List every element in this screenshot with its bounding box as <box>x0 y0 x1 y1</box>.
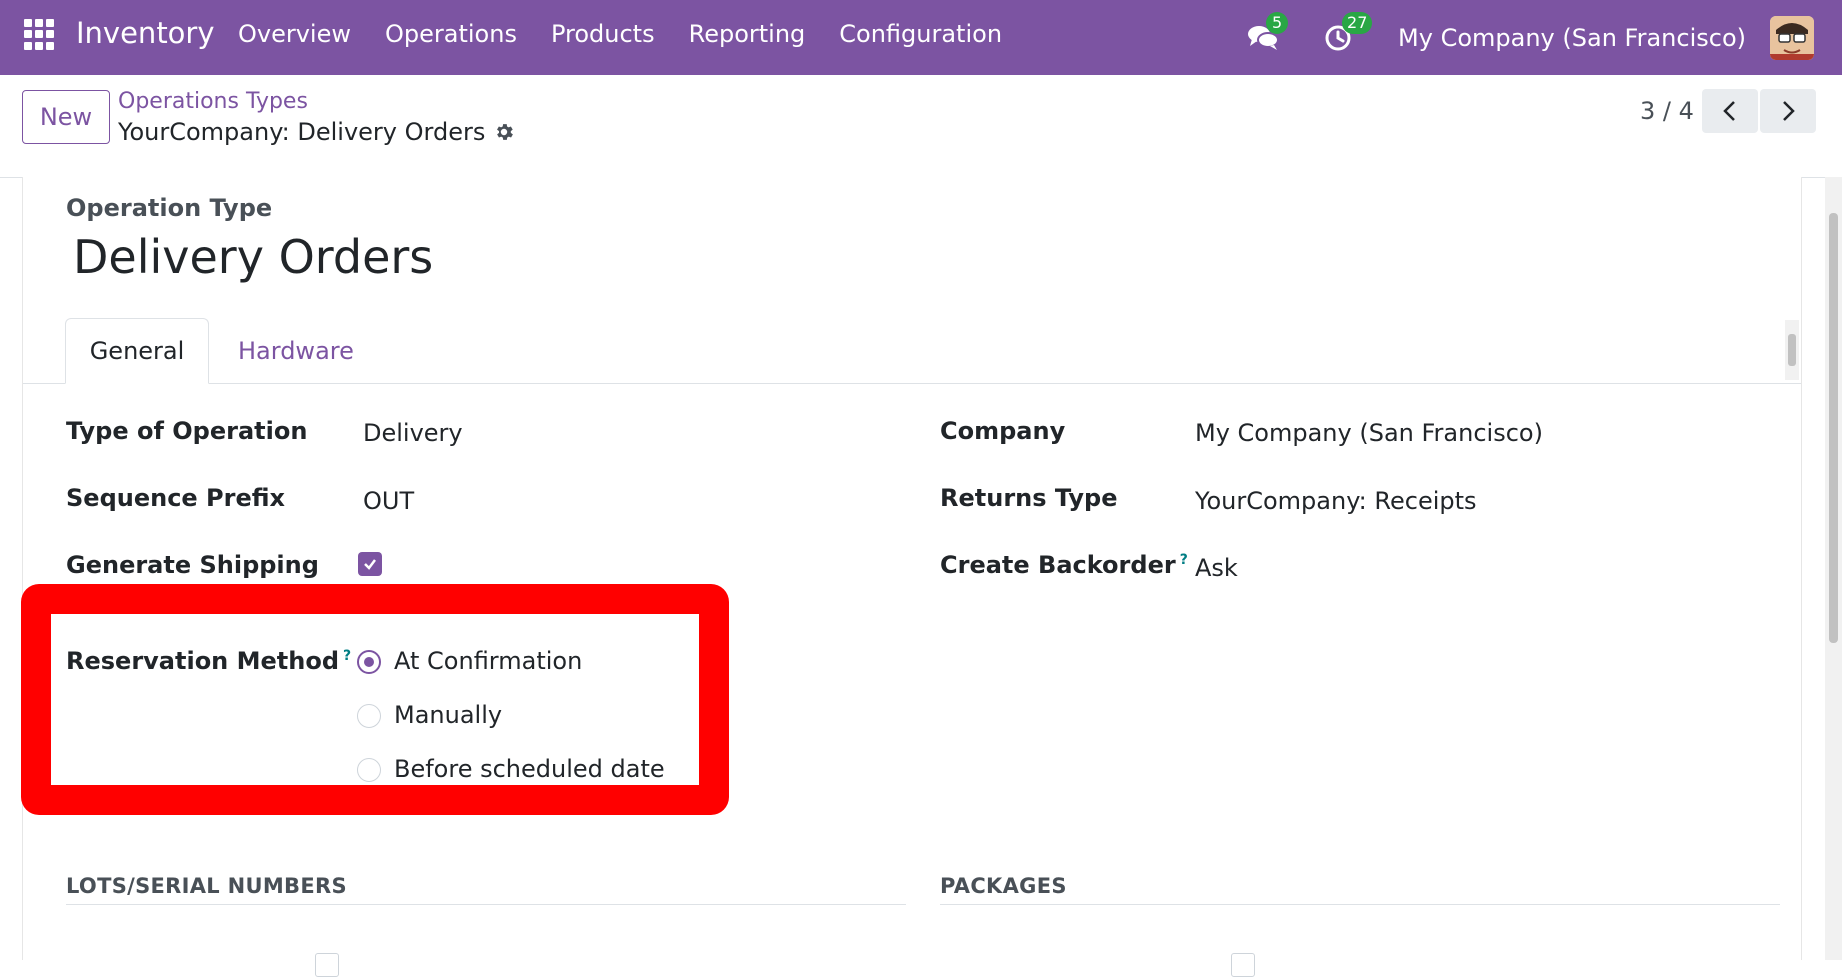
generate-shipping-label: Generate Shipping <box>66 551 319 579</box>
form-sheet: Operation Type Delivery Orders General H… <box>21 177 1802 977</box>
chevron-right-icon <box>1783 101 1795 121</box>
section-rule-packages <box>940 904 1780 905</box>
reservation-method-label: Reservation Method? <box>66 647 351 675</box>
menu-products[interactable]: Products <box>551 20 655 48</box>
section-packages: PACKAGES <box>940 874 1067 898</box>
app-name[interactable]: Inventory <box>76 16 215 50</box>
check-icon <box>364 559 376 570</box>
help-icon[interactable]: ? <box>1180 552 1188 568</box>
tab-scrollbar[interactable] <box>1785 320 1799 380</box>
breadcrumb-current: YourCompany: Delivery Orders <box>118 118 515 146</box>
tab-hardware[interactable]: Hardware <box>238 337 354 365</box>
create-backorder-field[interactable]: Ask <box>1195 554 1238 582</box>
main-menu: Overview Operations Products Reporting C… <box>238 20 1002 48</box>
breadcrumb-parent[interactable]: Operations Types <box>118 89 308 114</box>
radio-before-scheduled-date[interactable] <box>357 758 381 782</box>
form-kicker: Operation Type <box>66 194 273 222</box>
new-button[interactable]: New <box>22 90 110 144</box>
top-navbar: Inventory Overview Operations Products R… <box>0 0 1842 75</box>
radio-at-confirmation[interactable] <box>357 650 381 674</box>
company-label: Company <box>940 417 1066 445</box>
radio-label-at-confirmation[interactable]: At Confirmation <box>394 647 582 675</box>
returns-type-field[interactable]: YourCompany: Receipts <box>1195 487 1477 515</box>
company-field[interactable]: My Company (San Francisco) <box>1195 419 1543 447</box>
menu-operations[interactable]: Operations <box>385 20 517 48</box>
sequence-prefix-label: Sequence Prefix <box>66 484 286 512</box>
page-scrollbar-thumb[interactable] <box>1829 213 1838 643</box>
user-avatar[interactable] <box>1770 15 1814 60</box>
avatar-icon <box>1770 15 1814 60</box>
control-panel: New Operations Types YourCompany: Delive… <box>0 75 1842 178</box>
app-grid-icon[interactable] <box>24 19 55 50</box>
sequence-prefix-field[interactable]: OUT <box>363 487 414 515</box>
navbar-systray: 5 27 My Company (San Francisco) <box>1246 0 1814 75</box>
section-rule-lots <box>66 904 906 905</box>
radio-label-before-scheduled-date[interactable]: Before scheduled date <box>394 755 665 783</box>
page-title[interactable]: Delivery Orders <box>73 230 433 284</box>
type-of-operation-label: Type of Operation <box>66 417 308 445</box>
type-of-operation-field[interactable]: Delivery <box>363 419 463 447</box>
chevron-left-icon <box>1723 101 1735 121</box>
returns-type-label: Returns Type <box>940 484 1118 512</box>
activities-button[interactable]: 27 <box>1322 11 1373 56</box>
tab-scrollbar-thumb[interactable] <box>1788 334 1796 366</box>
create-backorder-label-text: Create Backorder <box>940 551 1176 579</box>
section-lots-serial-numbers: LOTS/SERIAL NUMBERS <box>66 874 347 898</box>
tab-general[interactable]: General <box>65 318 209 384</box>
breadcrumb-current-label: YourCompany: Delivery Orders <box>118 118 486 146</box>
tab-divider <box>23 383 1801 384</box>
packages-checkbox-partial[interactable] <box>1231 953 1255 977</box>
page-scrollbar[interactable] <box>1825 177 1842 960</box>
activities-badge: 27 <box>1342 11 1373 34</box>
radio-label-manually[interactable]: Manually <box>394 701 502 729</box>
messages-badge: 5 <box>1266 11 1289 34</box>
pager-value[interactable]: 3 / 4 <box>1640 97 1694 125</box>
create-backorder-label: Create Backorder? <box>940 551 1188 579</box>
lots-checkbox-partial[interactable] <box>315 953 339 977</box>
gear-icon[interactable] <box>493 121 515 143</box>
company-switcher[interactable]: My Company (San Francisco) <box>1398 24 1746 52</box>
messages-button[interactable]: 5 <box>1246 11 1289 56</box>
pager-next-button[interactable] <box>1760 89 1816 133</box>
menu-configuration[interactable]: Configuration <box>839 20 1002 48</box>
menu-reporting[interactable]: Reporting <box>689 20 806 48</box>
pager-previous-button[interactable] <box>1702 89 1758 133</box>
reservation-method-label-text: Reservation Method <box>66 647 340 675</box>
menu-overview[interactable]: Overview <box>238 20 351 48</box>
radio-manually[interactable] <box>357 704 381 728</box>
help-icon[interactable]: ? <box>343 648 351 664</box>
generate-shipping-checkbox[interactable] <box>358 552 382 576</box>
